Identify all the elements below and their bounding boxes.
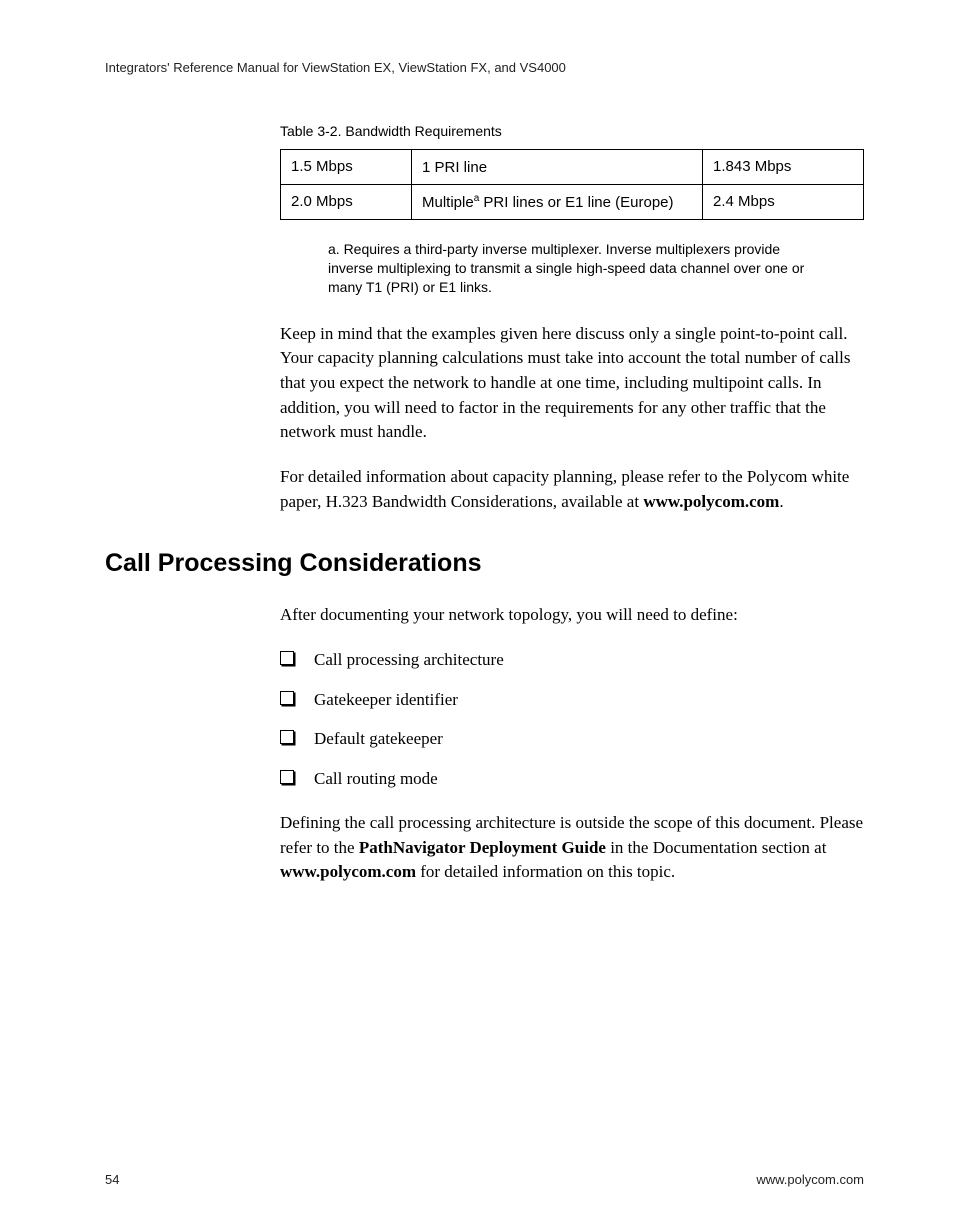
page: Integrators' Reference Manual for ViewSt…	[0, 0, 954, 1227]
table-row: 2.0 Mbps Multiplea PRI lines or E1 line …	[281, 185, 864, 220]
list-item: Call processing architecture	[280, 648, 864, 672]
cell-requirement: Multiplea PRI lines or E1 line (Europe)	[412, 185, 703, 220]
list-item: Call routing mode	[280, 767, 864, 791]
closing-bold-url: www.polycom.com	[280, 862, 416, 881]
body-paragraph: For detailed information about capacity …	[280, 465, 864, 514]
cell-rate: 2.0 Mbps	[281, 185, 412, 220]
page-footer: 54 www.polycom.com	[105, 1152, 864, 1187]
closing-bold-guide: PathNavigator Deployment Guide	[359, 838, 606, 857]
cell-text-post: PRI lines or E1 line (Europe)	[479, 194, 673, 211]
list-item: Gatekeeper identifier	[280, 688, 864, 712]
para-bold-url: www.polycom.com	[643, 492, 779, 511]
cell-rate: 1.5 Mbps	[281, 150, 412, 185]
bandwidth-table: 1.5 Mbps 1 PRI line 1.843 Mbps 2.0 Mbps …	[280, 149, 864, 220]
list-item: Default gatekeeper	[280, 727, 864, 751]
checklist: Call processing architecture Gatekeeper …	[280, 648, 864, 791]
para-text-post: .	[779, 492, 783, 511]
table-caption: Table 3-2. Bandwidth Requirements	[280, 123, 864, 139]
footer-url: www.polycom.com	[756, 1172, 864, 1187]
table-row: 1.5 Mbps 1 PRI line 1.843 Mbps	[281, 150, 864, 185]
closing-post: for detailed information on this topic.	[416, 862, 675, 881]
table-footnote: a. Requires a third-party inverse multip…	[328, 240, 808, 297]
section-closing: Defining the call processing architectur…	[280, 811, 864, 885]
cell-bandwidth: 2.4 Mbps	[703, 185, 864, 220]
section-heading: Call Processing Considerations	[105, 549, 864, 578]
section-intro: After documenting your network topology,…	[280, 603, 864, 628]
cell-text: 1 PRI line	[422, 159, 487, 176]
body-paragraph: Keep in mind that the examples given her…	[280, 322, 864, 445]
closing-mid: in the Documentation section at	[606, 838, 826, 857]
cell-bandwidth: 1.843 Mbps	[703, 150, 864, 185]
page-number: 54	[105, 1172, 119, 1187]
cell-requirement: 1 PRI line	[412, 150, 703, 185]
cell-text: Multiple	[422, 194, 474, 211]
running-header: Integrators' Reference Manual for ViewSt…	[105, 60, 864, 75]
main-content: Table 3-2. Bandwidth Requirements 1.5 Mb…	[280, 123, 864, 1152]
